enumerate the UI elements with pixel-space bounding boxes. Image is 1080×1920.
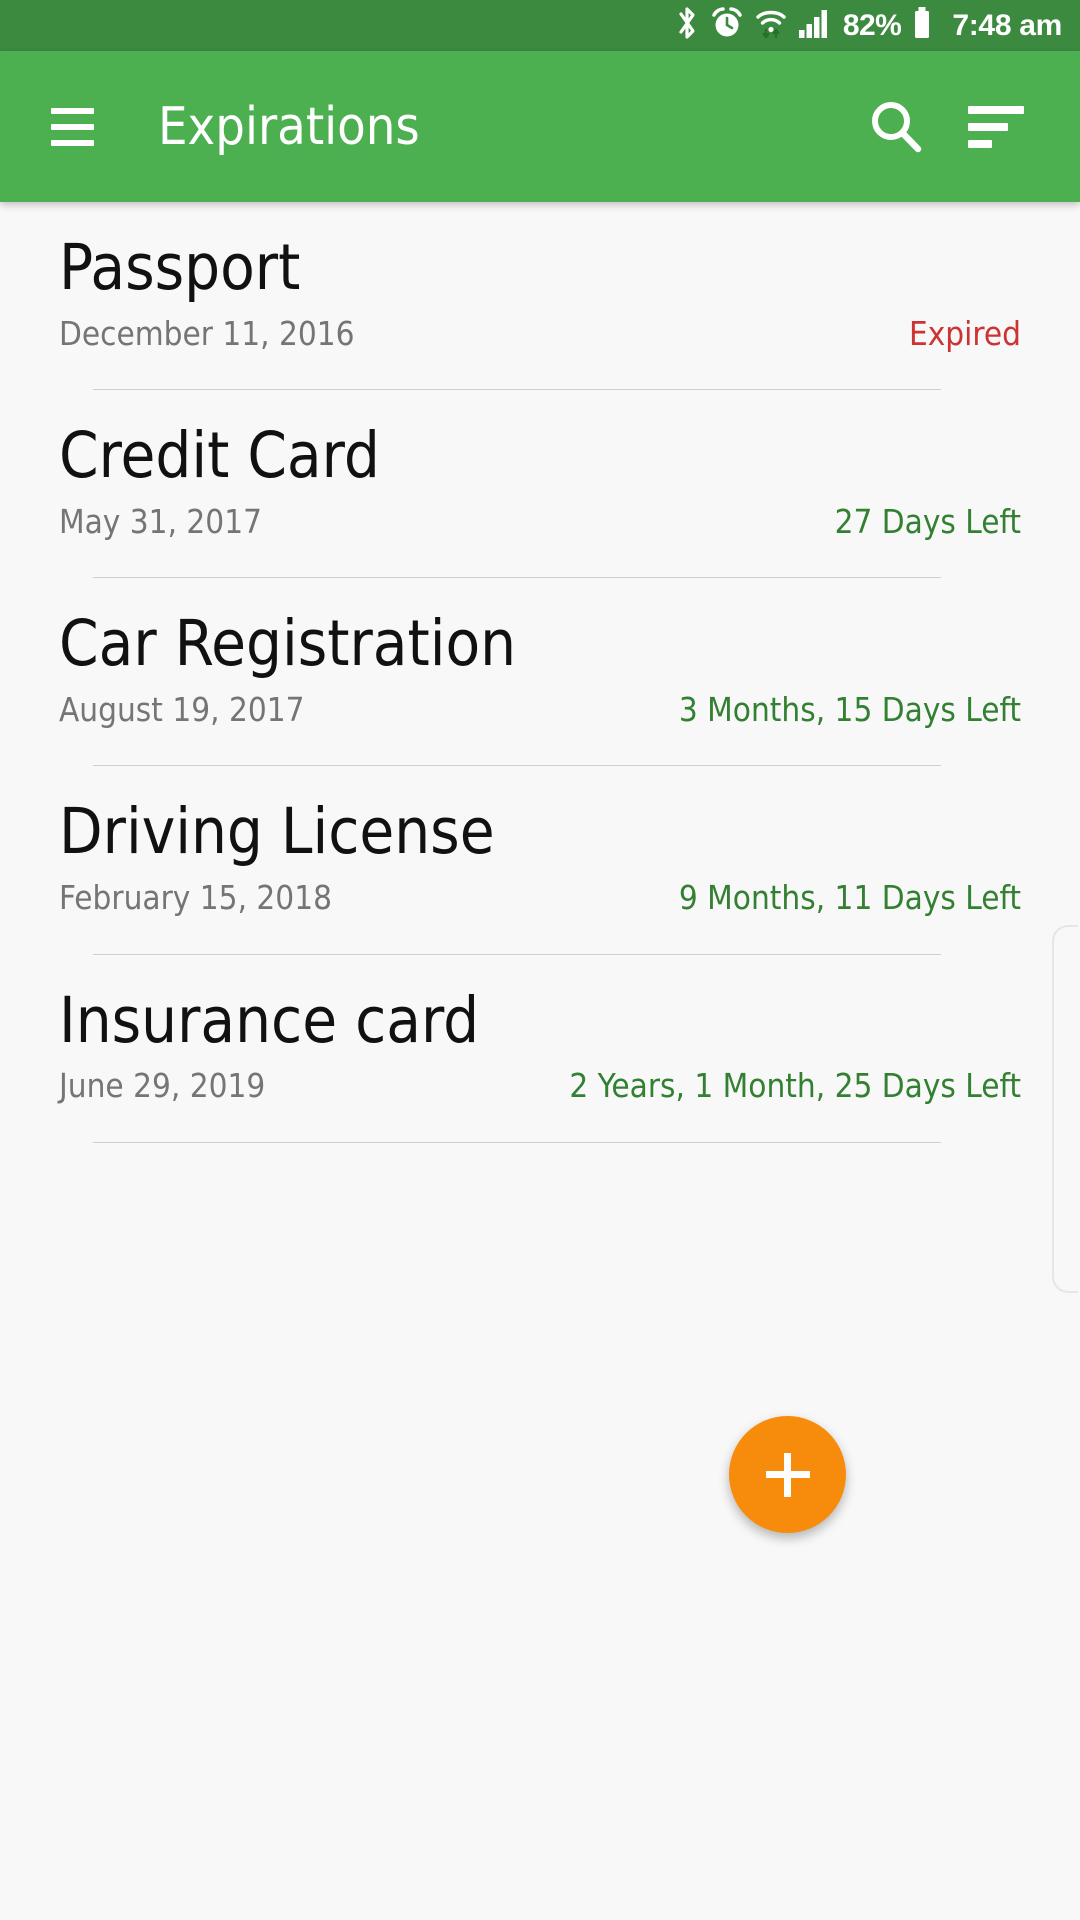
list-item-content: Insurance card June 29, 2019 2 Years, 1 … [59,955,1021,1106]
list-item-date: August 19, 2017 [59,689,305,729]
list-item-date: December 11, 2016 [59,313,355,353]
battery-percentage-label: 82% [842,8,902,42]
list-item[interactable]: Car Registration August 19, 2017 3 Month… [0,578,1080,767]
expiration-list[interactable]: Passport December 11, 2016 Expired Credi… [0,202,1080,1920]
search-icon[interactable] [846,77,946,177]
signal-icon [798,6,830,45]
list-item[interactable]: Driving License February 15, 2018 9 Mont… [0,766,1080,955]
list-item-title: Credit Card [59,419,380,493]
list-item-title: Passport [59,231,301,304]
status-badge: Expired [908,313,1021,353]
list-item-date: June 29, 2019 [59,1066,266,1106]
list-item-content: Car Registration August 19, 2017 3 Month… [59,578,1021,729]
clock-label: 7:48 am [952,8,1062,42]
hamburger-menu-icon[interactable] [24,79,120,175]
list-item-title: Car Registration [59,607,517,681]
menu-bar-2 [50,123,94,130]
list-item[interactable]: Credit Card May 31, 2017 27 Days Left [0,390,1080,579]
battery-icon [912,6,932,45]
list-item-meta: May 31, 2017 27 Days Left [59,502,1021,542]
status-bar-icons: 82% 7:48 am [675,6,1062,45]
page-title: Expirations [158,96,420,157]
plus-icon-vertical [784,1452,791,1497]
app-bar: Expirations [0,51,1080,202]
status-badge: 9 Months, 11 Days Left [678,877,1021,917]
menu-bar-1 [50,107,94,114]
list-item-meta: February 15, 2018 9 Months, 11 Days Left [59,878,1021,918]
list-item-content: Passport December 11, 2016 Expired [59,202,1021,353]
list-divider [93,1141,941,1143]
list-item-meta: August 19, 2017 3 Months, 15 Days Left [59,690,1021,730]
list-item-content: Credit Card May 31, 2017 27 Days Left [59,390,1021,541]
status-badge: 2 Years, 1 Month, 25 Days Left [569,1066,1021,1106]
status-badge: 27 Days Left [834,501,1021,541]
sort-line-3 [968,139,992,148]
sort-line-2 [968,122,1008,131]
menu-bar-3 [50,139,94,146]
sort-line-1 [968,105,1024,114]
list-item-title: Insurance card [59,983,480,1057]
add-expiration-button[interactable] [729,1416,846,1533]
status-badge: 3 Months, 15 Days Left [678,689,1021,729]
list-item-date: May 31, 2017 [59,501,262,541]
bluetooth-icon [675,6,699,45]
sort-lines [968,105,1024,148]
list-item-date: February 15, 2018 [59,877,332,917]
list-item-meta: December 11, 2016 Expired [59,314,1021,354]
list-item-title: Driving License [59,795,495,869]
wifi-icon [755,6,787,45]
status-bar: 82% 7:48 am [0,0,1080,51]
list-item[interactable]: Insurance card June 29, 2019 2 Years, 1 … [0,955,1080,1143]
list-item[interactable]: Passport December 11, 2016 Expired [0,202,1080,391]
list-item-meta: June 29, 2019 2 Years, 1 Month, 25 Days … [59,1066,1021,1106]
list-item-content: Driving License February 15, 2018 9 Mont… [59,766,1021,917]
sort-icon[interactable] [946,77,1046,177]
alarm-icon [710,6,744,45]
